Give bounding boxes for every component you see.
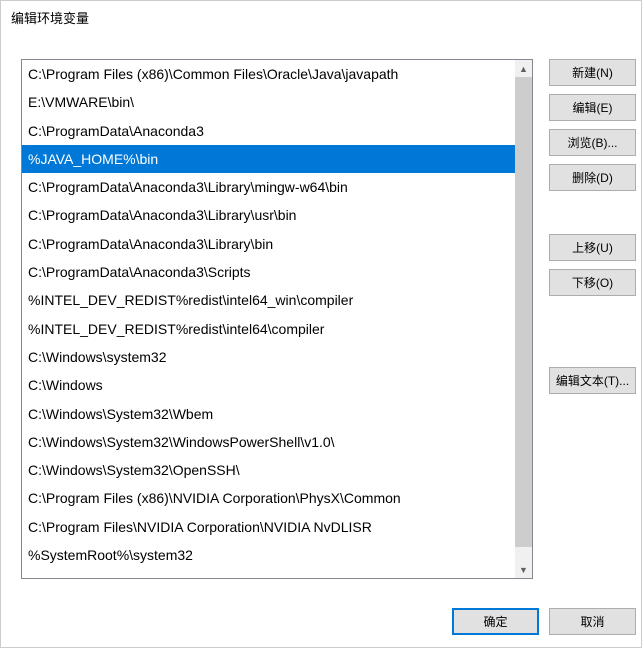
list-item[interactable]: C:\Windows\System32\Wbem: [22, 400, 515, 428]
list-item[interactable]: C:\Program Files (x86)\NVIDIA Corporatio…: [22, 484, 515, 512]
list-item[interactable]: %SystemRoot%\system32: [22, 541, 515, 569]
new-button[interactable]: 新建(N): [549, 59, 636, 86]
chevron-down-icon: ▼: [519, 565, 528, 575]
dialog: 编辑环境变量 C:\Program Files (x86)\Common Fil…: [0, 0, 642, 648]
dialog-title: 编辑环境变量: [1, 1, 641, 34]
chevron-up-icon: ▲: [519, 64, 528, 74]
list-item[interactable]: C:\ProgramData\Anaconda3\Library\bin: [22, 230, 515, 258]
bottom-button-row: 确定 取消: [452, 608, 636, 635]
path-list-panel: C:\Program Files (x86)\Common Files\Orac…: [21, 59, 533, 579]
list-item[interactable]: %SystemRoot%: [22, 569, 515, 578]
list-item[interactable]: C:\ProgramData\Anaconda3\Scripts: [22, 258, 515, 286]
spacer: [549, 199, 636, 234]
move-up-button[interactable]: 上移(U): [549, 234, 636, 261]
spacer: [549, 304, 636, 367]
list-item[interactable]: C:\ProgramData\Anaconda3\Library\usr\bin: [22, 201, 515, 229]
move-down-button[interactable]: 下移(O): [549, 269, 636, 296]
side-button-column: 新建(N) 编辑(E) 浏览(B)... 删除(D) 上移(U) 下移(O) 编…: [549, 59, 636, 402]
list-item[interactable]: C:\Windows\System32\WindowsPowerShell\v1…: [22, 428, 515, 456]
list-item[interactable]: %INTEL_DEV_REDIST%redist\intel64_win\com…: [22, 286, 515, 314]
list-item[interactable]: C:\Windows: [22, 371, 515, 399]
path-list[interactable]: C:\Program Files (x86)\Common Files\Orac…: [22, 60, 515, 578]
delete-button[interactable]: 删除(D): [549, 164, 636, 191]
list-item[interactable]: %JAVA_HOME%\bin: [22, 145, 515, 173]
edit-button[interactable]: 编辑(E): [549, 94, 636, 121]
ok-button[interactable]: 确定: [452, 608, 539, 635]
cancel-button[interactable]: 取消: [549, 608, 636, 635]
scrollbar[interactable]: ▲ ▼: [515, 60, 532, 578]
browse-button[interactable]: 浏览(B)...: [549, 129, 636, 156]
list-item[interactable]: C:\Windows\system32: [22, 343, 515, 371]
list-item[interactable]: C:\ProgramData\Anaconda3: [22, 117, 515, 145]
edit-text-button[interactable]: 编辑文本(T)...: [549, 367, 636, 394]
list-item[interactable]: C:\Windows\System32\OpenSSH\: [22, 456, 515, 484]
list-item[interactable]: C:\Program Files\NVIDIA Corporation\NVID…: [22, 513, 515, 541]
scroll-thumb[interactable]: [515, 77, 532, 547]
list-item[interactable]: %INTEL_DEV_REDIST%redist\intel64\compile…: [22, 315, 515, 343]
list-item[interactable]: C:\Program Files (x86)\Common Files\Orac…: [22, 60, 515, 88]
content-area: C:\Program Files (x86)\Common Files\Orac…: [1, 49, 641, 647]
scroll-up-button[interactable]: ▲: [515, 60, 532, 77]
list-item[interactable]: C:\ProgramData\Anaconda3\Library\mingw-w…: [22, 173, 515, 201]
scroll-down-button[interactable]: ▼: [515, 561, 532, 578]
list-item[interactable]: E:\VMWARE\bin\: [22, 88, 515, 116]
scroll-track[interactable]: [515, 77, 532, 561]
